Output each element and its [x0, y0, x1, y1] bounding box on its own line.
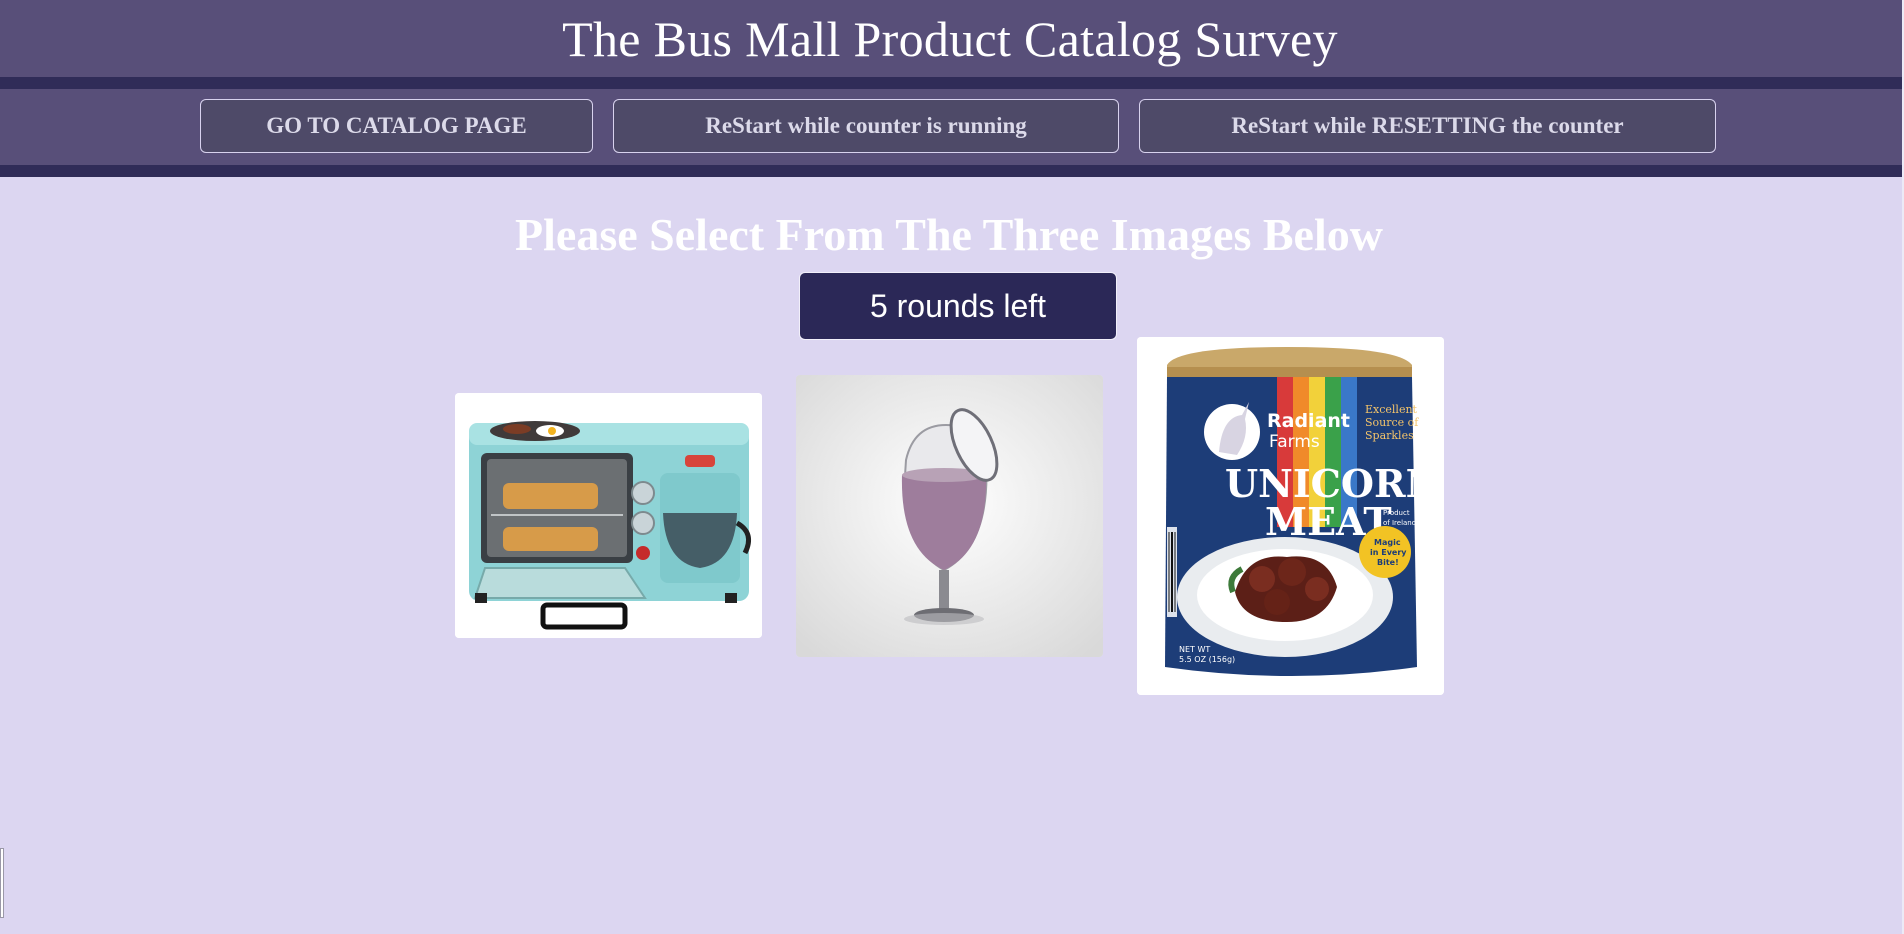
badge-text: in Every [1370, 548, 1407, 557]
unicorn-meat-can-image: Radiant Farms Excellent Source of Sparkl… [1137, 337, 1444, 695]
net-weight-text: 5.5 OZ (156g) [1179, 655, 1235, 664]
can-claim-text: Excellent [1365, 403, 1418, 416]
wine-glass-image [796, 375, 1103, 657]
can-brand-text: Farms [1269, 432, 1320, 452]
divider-band [0, 165, 1904, 177]
product-image-breakfast[interactable] [455, 393, 762, 638]
restart-reset-button[interactable]: ReStart while RESETTING the counter [1139, 99, 1716, 153]
breakfast-maker-image [455, 393, 762, 638]
product-image-wine-glass[interactable] [796, 375, 1103, 657]
can-claim-text: Sparkles [1365, 429, 1414, 442]
can-origin-text: Product [1383, 509, 1410, 517]
badge-text: Bite! [1377, 558, 1399, 567]
go-to-catalog-button[interactable]: GO TO CATALOG PAGE [200, 99, 593, 153]
rounds-counter: 5 rounds left [799, 272, 1117, 340]
product-image-unicorn-meat[interactable]: Radiant Farms Excellent Source of Sparkl… [1137, 337, 1444, 695]
divider-band [0, 77, 1904, 89]
side-widget-handle[interactable] [0, 848, 4, 918]
title-bar: The Bus Mall Product Catalog Survey [0, 0, 1904, 77]
page-title: The Bus Mall Product Catalog Survey [562, 10, 1338, 67]
instruction-heading: Please Select From The Three Images Belo… [515, 209, 1383, 260]
can-brand-text: Radiant [1267, 410, 1350, 432]
net-weight-text: NET WT [1179, 645, 1210, 654]
restart-running-button[interactable]: ReStart while counter is running [613, 99, 1119, 153]
nav-bar: GO TO CATALOG PAGE ReStart while counter… [0, 89, 1904, 165]
can-claim-text: Source of [1365, 416, 1419, 429]
survey-page: The Bus Mall Product Catalog Survey GO T… [0, 0, 1904, 934]
can-origin-text: of Ireland [1383, 519, 1416, 527]
badge-text: Magic [1374, 538, 1401, 547]
